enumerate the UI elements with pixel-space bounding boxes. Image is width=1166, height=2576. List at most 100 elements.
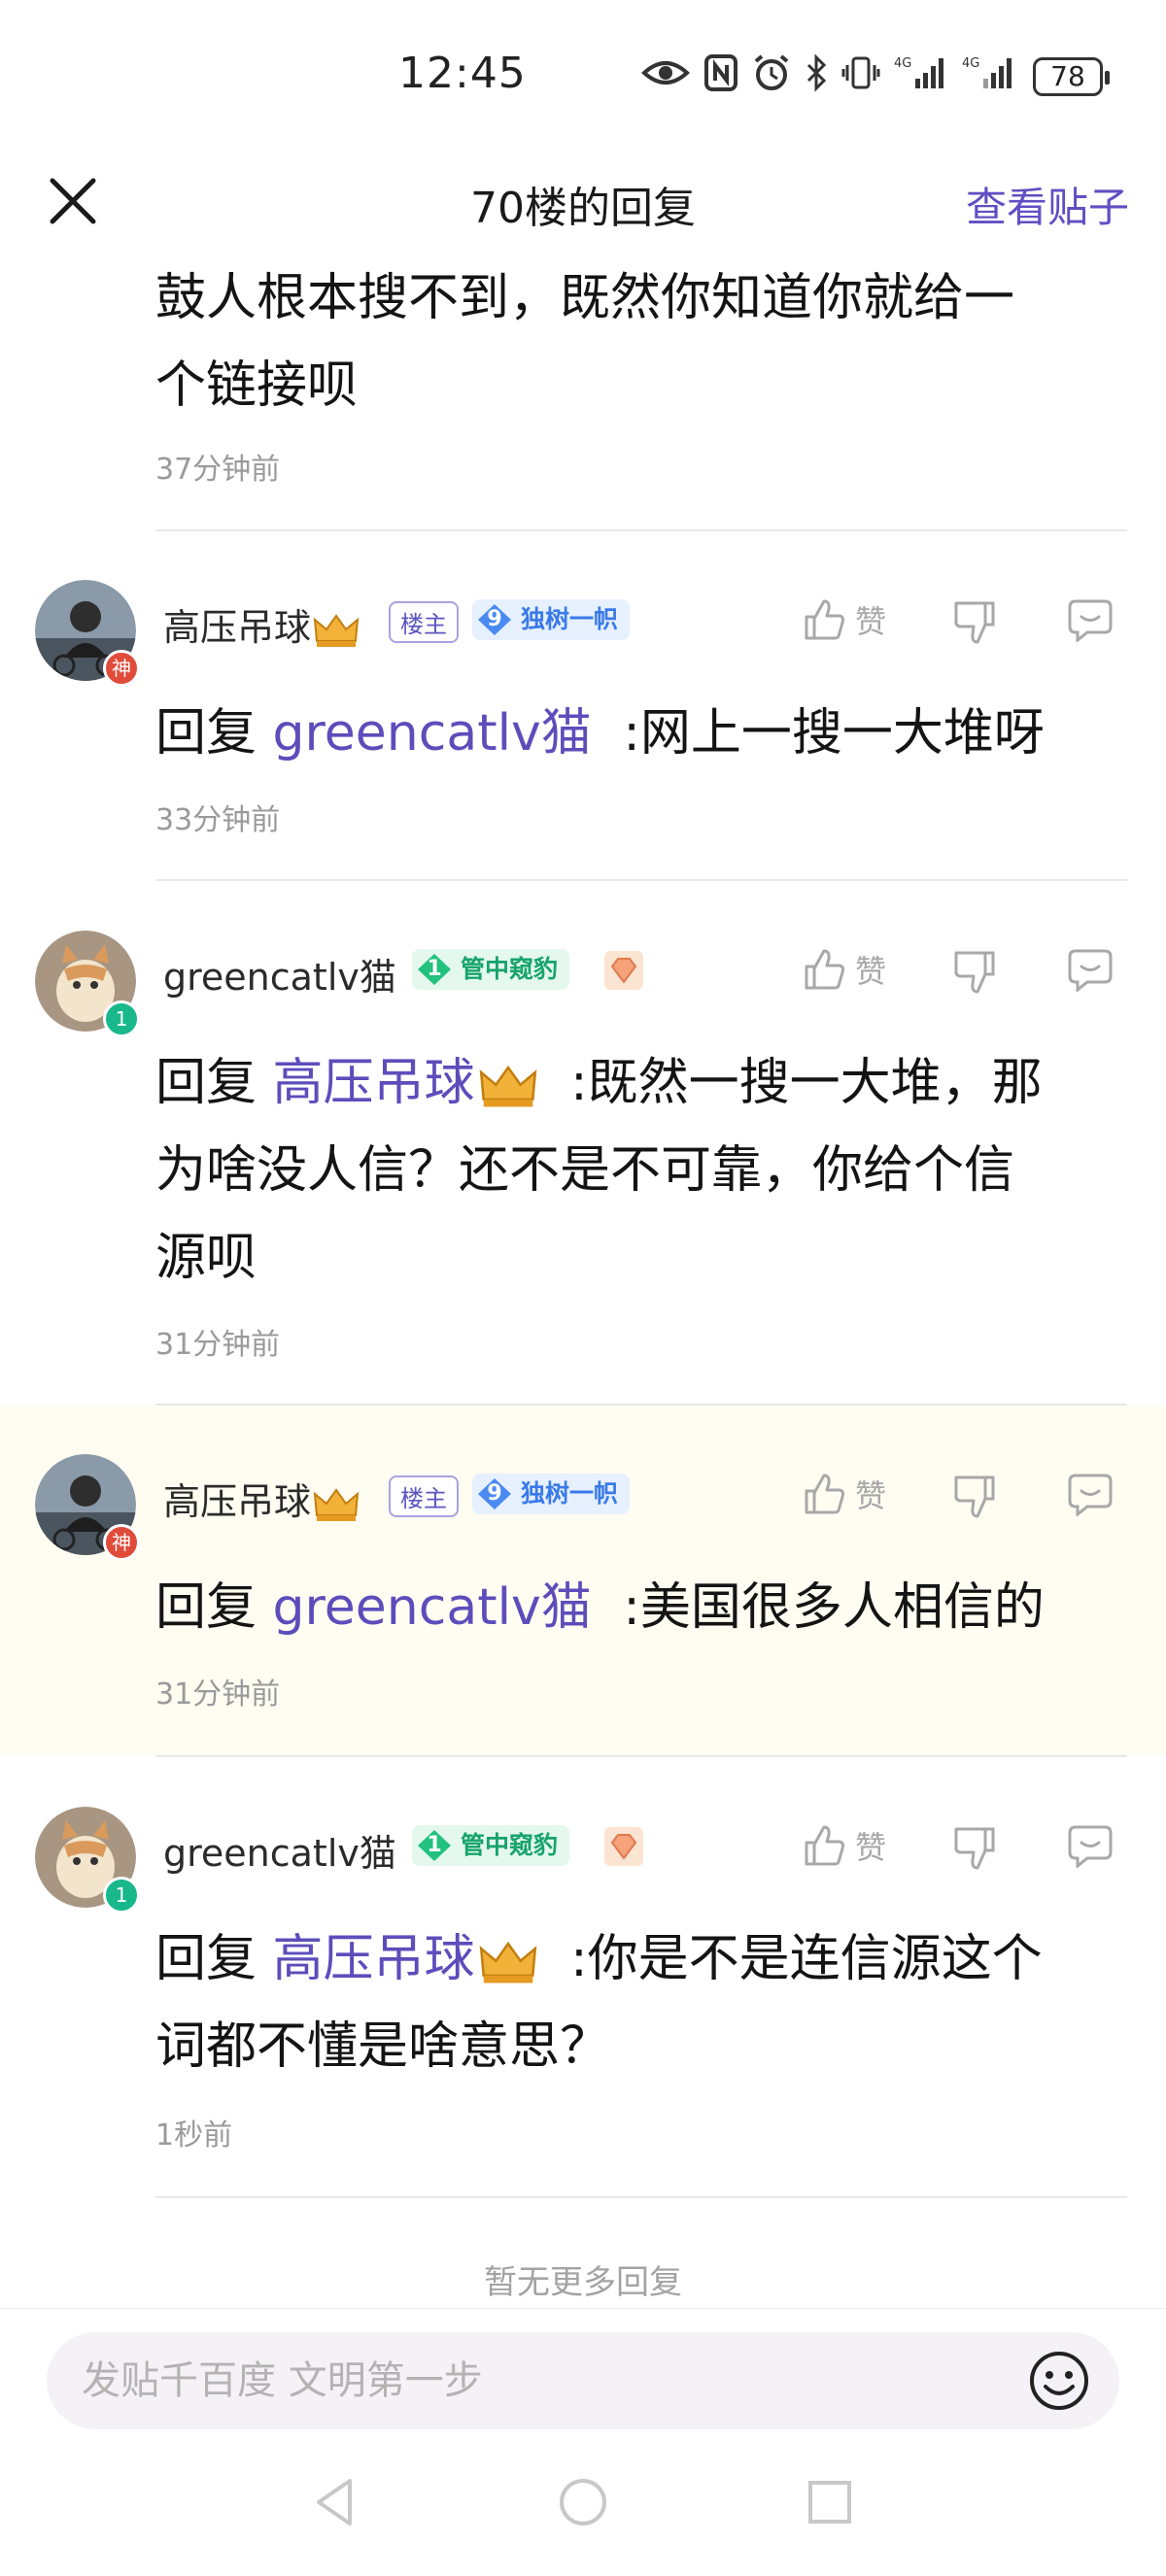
crown-icon (479, 1065, 536, 1107)
input-placeholder: 发贴千百度 文明第一步 (82, 2358, 483, 2403)
view-post-link[interactable]: 查看贴子 (966, 175, 1129, 234)
dislike-button[interactable] (952, 1823, 997, 1872)
system-nav-bar (0, 2440, 1166, 2576)
crown-icon (313, 1487, 360, 1521)
timestamp: 37分钟前 (155, 453, 281, 487)
rank-level: 1 (427, 957, 442, 981)
avatar[interactable]: 1 (35, 931, 140, 1037)
rank-tag: 9 独树一帜 (472, 599, 631, 640)
thumbs-down-icon (954, 601, 995, 644)
dislike-button[interactable] (952, 1472, 997, 1520)
recents-nav-icon[interactable] (801, 2473, 859, 2531)
timestamp: 1秒前 (155, 2118, 233, 2152)
timestamp: 31分钟前 (155, 1328, 281, 1362)
mention-text: 高压吊球 (272, 1054, 475, 1112)
avatar-badge: 1 (103, 1877, 140, 1914)
rank-level: 9 (487, 1481, 502, 1506)
comment-button[interactable] (1066, 1472, 1115, 1516)
rank-title: 独树一帜 (521, 1479, 619, 1508)
emoji-icon[interactable] (1028, 2350, 1090, 2412)
no-more-replies: 暂无更多回复 (484, 2263, 682, 2302)
rank-level: 1 (427, 1833, 442, 1857)
rank-tag: 9 独树一帜 (472, 1474, 631, 1514)
comment-button[interactable] (1066, 597, 1115, 642)
eye-icon (641, 61, 690, 85)
reply-prefix: 回复 (155, 1930, 257, 1988)
reply-line: :美国很多人相信的 (623, 1578, 1045, 1637)
timestamp: 31分钟前 (155, 1678, 281, 1712)
reply-item-highlighted: 神 高压吊球 楼主 9 独树一帜 赞 回复 greencatlv猫 :美国很多人… (0, 1406, 1166, 1755)
reply-line: 回复 高压吊球 :既然一搜一大堆，那 (155, 1039, 1117, 1127)
reply-line-text: :既然一搜一大堆，那 (570, 1054, 1043, 1112)
mention-link[interactable]: 高压吊球 (273, 1054, 539, 1112)
fragment-text: 鼓人根本搜不到，既然你知道你就给一 个链接呗 (155, 254, 1117, 429)
comment-icon (1068, 949, 1113, 992)
battery-indicator: 78 (1033, 57, 1110, 96)
alarm-icon (754, 54, 789, 90)
reply-item: 1 greencatlv猫 1 管中窥豹 赞 回复 高压吊球 :你是不是连信源这… (0, 1757, 1166, 2196)
avatar[interactable]: 神 (35, 1454, 140, 1561)
thumbs-up-icon (805, 599, 845, 640)
comment-button[interactable] (1066, 947, 1115, 992)
reply-prefix: 回复 (155, 1578, 257, 1637)
reply-prefix: 回复 (155, 704, 257, 763)
status-icons: 4G 4G (641, 53, 1016, 92)
reply-line: 为啥没人信？还不是不可靠，你给个信 (155, 1141, 1015, 1200)
input-bar: 发贴千百度 文明第一步 (0, 2308, 1166, 2440)
mention-text: 高压吊球 (272, 1930, 475, 1988)
timestamp: 33分钟前 (155, 803, 281, 837)
like-button[interactable]: 赞 (803, 597, 886, 642)
comment-button[interactable] (1066, 1823, 1115, 1868)
reply-text: 回复 greencatlv猫 :网上一搜一大堆呀 (155, 690, 1117, 777)
dislike-button[interactable] (952, 597, 997, 646)
host-tag: 楼主 (389, 601, 459, 643)
thumbs-down-icon (954, 951, 995, 994)
reply-input[interactable]: 发贴千百度 文明第一步 (47, 2332, 1119, 2429)
reply-line: 词都不懂是啥意思？ (155, 2017, 611, 2076)
mention-link[interactable]: greencatlv猫 (273, 704, 592, 763)
reply-line: 回复 高压吊球 :你是不是连信源这个 (155, 1915, 1117, 2003)
thumbs-down-icon (954, 1475, 995, 1518)
divider (155, 2196, 1127, 2198)
signal-icon-2: 4G (962, 56, 1012, 88)
mention-link[interactable]: 高压吊球 (273, 1930, 539, 1988)
reply-text: 回复 高压吊球 :既然一搜一大堆，那 为啥没人信？还不是不可靠，你给个信 源呗 (155, 1039, 1117, 1302)
back-nav-icon[interactable] (307, 2473, 365, 2531)
thumbs-up-icon (805, 1825, 845, 1866)
reply-text: 回复 greencatlv猫 :美国很多人相信的 (155, 1564, 1117, 1651)
username[interactable]: greencatlv猫 (163, 1823, 396, 1877)
like-label: 赞 (855, 1477, 887, 1514)
reply-line-text: :你是不是连信源这个 (570, 1930, 1043, 1988)
fragment-line-2: 个链接呗 (155, 356, 359, 415)
crown-icon (313, 613, 360, 647)
thumbs-up-icon (805, 1474, 845, 1514)
vibrate-icon (841, 56, 880, 89)
rank-title: 独树一帜 (521, 605, 619, 633)
signal-icon-1: 4G (894, 56, 943, 88)
like-label: 赞 (855, 1829, 887, 1866)
home-nav-icon[interactable] (554, 2473, 612, 2531)
like-label: 赞 (855, 953, 887, 990)
mention-link[interactable]: greencatlv猫 (273, 1578, 592, 1637)
dislike-button[interactable] (952, 947, 997, 996)
like-button[interactable]: 赞 (803, 947, 886, 992)
like-button[interactable]: 赞 (803, 1823, 886, 1868)
gem-icon (604, 1827, 643, 1866)
avatar[interactable]: 神 (35, 580, 140, 687)
gem-icon (604, 951, 643, 990)
username-text: 高压吊球 (163, 606, 312, 649)
crown-icon (479, 1941, 536, 1983)
username[interactable]: 高压吊球 (163, 597, 360, 651)
rank-tag: 1 管中窥豹 (412, 1825, 570, 1866)
avatar-badge: 神 (103, 650, 140, 687)
nfc-icon (704, 54, 737, 91)
comment-icon (1068, 1825, 1113, 1868)
username[interactable]: 高压吊球 (163, 1472, 360, 1525)
like-button[interactable]: 赞 (803, 1472, 886, 1516)
thumbs-up-icon (805, 949, 845, 990)
avatar-badge: 1 (103, 1000, 140, 1037)
status-time: 12:45 (398, 49, 527, 98)
username[interactable]: greencatlv猫 (163, 947, 396, 1000)
reply-item: 1 greencatlv猫 1 管中窥豹 赞 回复 高压吊球 :既然一搜一大堆，… (0, 881, 1166, 1404)
avatar[interactable]: 1 (35, 1807, 140, 1914)
